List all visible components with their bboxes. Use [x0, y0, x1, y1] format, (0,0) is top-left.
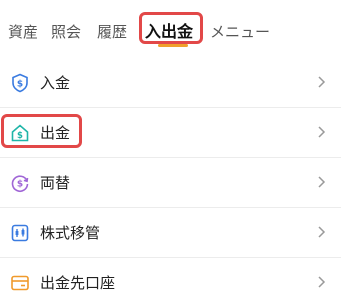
chevron-right-icon	[318, 276, 326, 288]
menu-item-label: 出金先口座	[40, 274, 116, 292]
bank-account-card-icon	[11, 275, 29, 291]
menu-item-withdrawal[interactable]: $ 出金	[0, 108, 341, 158]
tab-bar: 資産 照会 履歴 入出金 メニュー	[0, 0, 341, 58]
active-tab-indicator	[158, 44, 188, 47]
stock-transfer-icon	[11, 224, 29, 242]
svg-text:$: $	[17, 180, 23, 190]
menu-item-withdrawal-account[interactable]: 出金先口座	[0, 258, 341, 307]
chevron-right-icon	[318, 226, 326, 238]
menu-item-exchange[interactable]: $ 両替	[0, 158, 341, 208]
row-highlight-box	[1, 114, 82, 148]
menu-list: $ 入金 $ 出金 $ 両替 株式移管 出金先口座	[0, 58, 341, 307]
tab-assets[interactable]: 資産	[8, 20, 38, 44]
deposit-shield-icon: $	[12, 73, 28, 93]
exchange-circle-icon: $	[11, 175, 29, 192]
tab-menu[interactable]: メニュー	[210, 20, 270, 44]
tab-highlight-box	[139, 12, 203, 44]
chevron-right-icon	[318, 126, 326, 138]
menu-item-deposit[interactable]: $ 入金	[0, 58, 341, 108]
menu-item-label: 入金	[40, 74, 71, 92]
chevron-right-icon	[318, 76, 326, 88]
svg-text:$: $	[17, 80, 23, 90]
tab-history[interactable]: 履歴	[97, 20, 127, 44]
chevron-right-icon	[318, 176, 326, 188]
menu-item-label: 株式移管	[40, 224, 101, 242]
menu-item-label: 両替	[40, 174, 71, 192]
tab-inquiry[interactable]: 照会	[51, 20, 81, 44]
menu-item-stock-transfer[interactable]: 株式移管	[0, 208, 341, 258]
